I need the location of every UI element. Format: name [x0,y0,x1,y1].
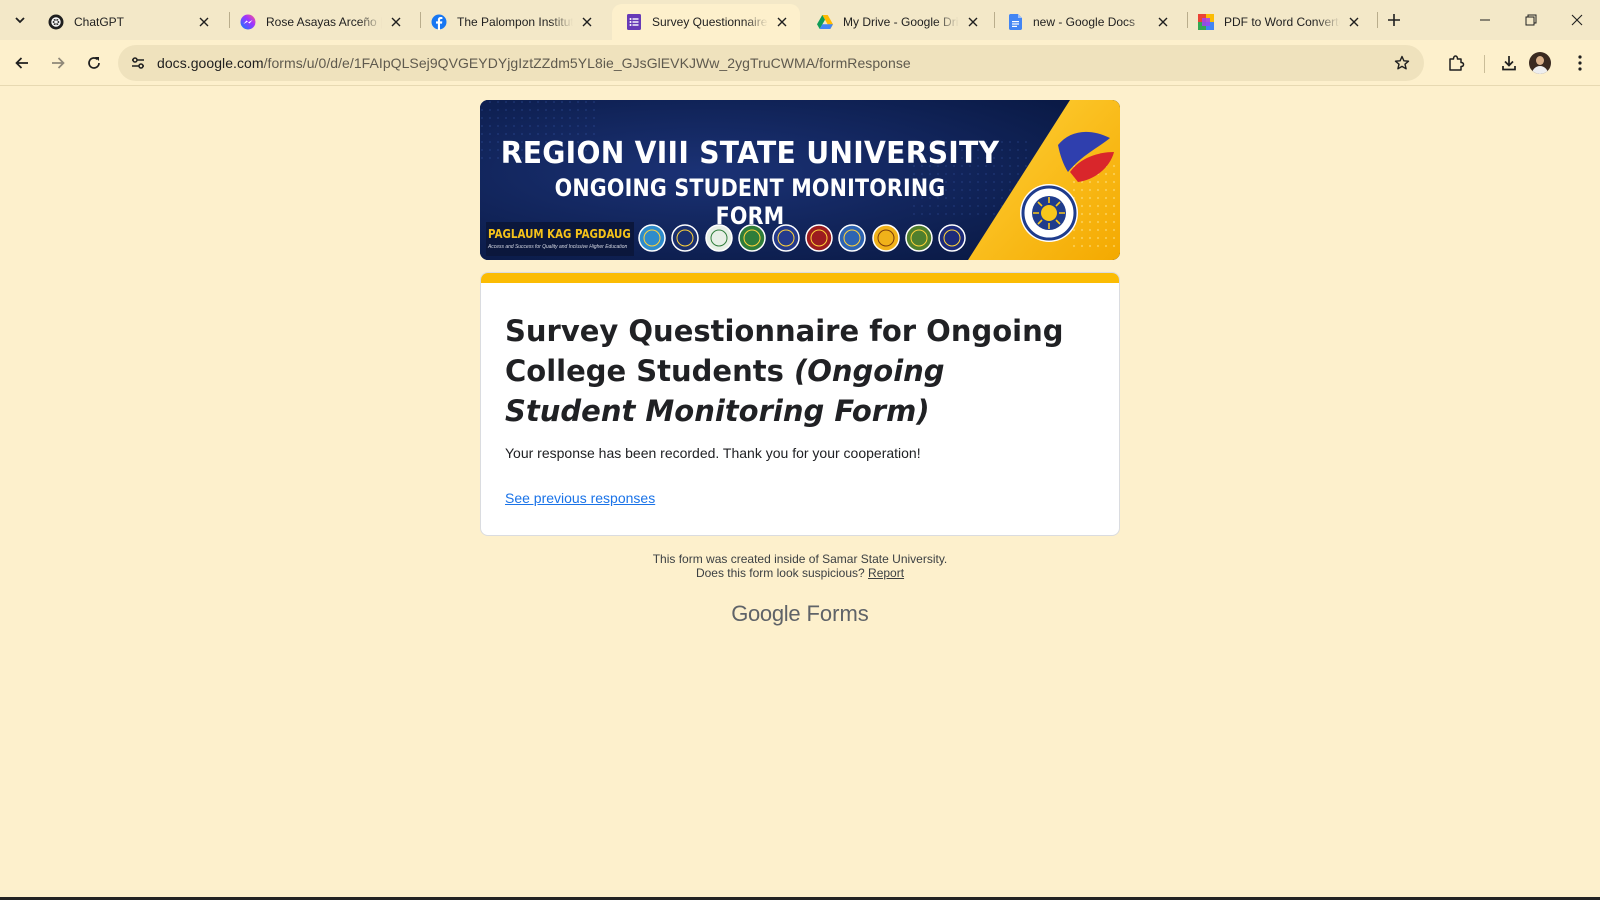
plus-icon [1388,14,1400,26]
form-header-banner: REGION VIII STATE UNIVERSITY ONGOING STU… [480,100,1120,260]
close-tab-icon[interactable] [1346,14,1362,30]
minimize-icon [1480,19,1490,21]
card-accent-bar [481,273,1119,283]
form-title: Survey Questionnaire for Ongoing College… [505,311,1065,431]
google-docs-icon [1007,14,1023,30]
bookmark-button[interactable] [1390,51,1414,75]
arrow-left-icon [15,57,28,69]
see-previous-responses-link[interactable]: See previous responses [505,490,655,506]
pdf-converter-icon [1198,14,1214,30]
star-icon [1394,55,1410,70]
puzzle-icon [1449,55,1465,71]
toolbar-divider [1484,55,1485,73]
form-title-main: Survey Questionnaire for Ongoing College… [505,314,1064,388]
suspicious-line: Does this form look suspicious? Report [480,566,1120,580]
tab-pdf-converter[interactable]: PDF to Word Converter [1184,4,1372,40]
tab-title: Survey Questionnaire f [652,15,768,29]
forms-wordmark: Forms [806,601,869,626]
tab-messenger[interactable]: Rose Asayas Arceño | M [226,4,414,40]
site-info-button[interactable] [126,51,150,75]
google-forms-icon [626,14,642,30]
tab-title: My Drive - Google Drive [843,15,959,29]
close-tab-icon[interactable] [1155,14,1171,30]
url-host: docs.google.com [157,55,264,71]
extensions-button[interactable] [1442,49,1470,77]
minimize-button[interactable] [1462,0,1508,40]
close-tab-icon[interactable] [388,14,404,30]
forward-button[interactable] [42,47,74,79]
banner-title-line1: REGION VIII STATE UNIVERSITY [500,136,1000,171]
tab-google-forms-active[interactable]: Survey Questionnaire f [612,4,800,40]
back-button[interactable] [6,47,38,79]
close-icon [1571,14,1583,26]
google-drive-icon [817,14,833,30]
new-tab-button[interactable] [1382,8,1406,32]
restore-button[interactable] [1508,0,1554,40]
downloads-button[interactable] [1495,49,1523,77]
restore-icon [1525,14,1537,26]
suspicious-text: Does this form look suspicious? [695,566,865,580]
reload-button[interactable] [78,47,110,79]
close-tab-icon[interactable] [965,14,981,30]
address-bar[interactable]: docs.google.com/forms/u/0/d/e/1FAIpQLSej… [118,45,1424,81]
close-window-button[interactable] [1554,0,1600,40]
avatar-body [1532,66,1548,74]
url-text[interactable]: docs.google.com/forms/u/0/d/e/1FAIpQLSej… [157,55,911,71]
chatgpt-icon [48,14,64,30]
banner-motto: PAGLAUM KAG PAGDAUG [488,226,631,241]
report-link[interactable]: Report [868,566,904,580]
banner-motto-box: PAGLAUM KAG PAGDAUG Access and Success f… [488,224,632,254]
tab-separator [1377,12,1378,28]
chevron-down-icon [15,17,25,24]
tab-strip: ChatGPT Rose Asayas Arceño | M The Palom… [0,0,1600,40]
close-tab-icon[interactable] [579,14,595,30]
confirmation-message: Your response has been recorded. Thank y… [505,445,921,461]
close-tab-icon[interactable] [196,14,212,30]
form-footer-note: This form was created inside of Samar St… [480,552,1120,580]
tab-title: new - Google Docs [1033,15,1136,29]
tab-google-docs[interactable]: new - Google Docs [993,4,1181,40]
reload-icon [88,57,100,69]
more-vertical-icon [1578,55,1582,71]
tab-title: Rose Asayas Arceño | M [266,15,382,29]
google-forms-logo[interactable]: Google Forms [480,601,1120,627]
url-path: /forms/u/0/d/e/1FAIpQLSej9QVGEYDYjgIztZZ… [263,55,911,71]
avatar-head [1536,56,1544,65]
profile-avatar[interactable] [1529,52,1551,74]
created-inside-text: This form was created inside of Samar St… [652,552,948,566]
browser-toolbar: docs.google.com/forms/u/0/d/e/1FAIpQLSej… [0,40,1600,86]
tab-title: The Palompon Institute [457,15,573,29]
tune-icon [132,57,144,69]
tab-title: ChatGPT [74,15,125,29]
tab-chatgpt[interactable]: ChatGPT [34,4,222,40]
download-icon [1502,56,1516,71]
arrow-right-icon [52,57,65,69]
facebook-icon [431,14,447,30]
browser-menu-button[interactable] [1566,49,1594,77]
tab-google-drive[interactable]: My Drive - Google Drive [803,4,991,40]
banner-motto-subtitle: Access and Success for Quality and Inclu… [488,244,628,250]
messenger-icon [240,14,256,30]
tab-title: PDF to Word Converter [1224,15,1340,29]
tab-facebook[interactable]: The Palompon Institute [417,4,605,40]
banner-title-line2: ONGOING STUDENT MONITORING FORM [554,174,946,230]
close-tab-icon[interactable] [774,14,790,30]
response-confirmation-card: Survey Questionnaire for Ongoing College… [480,272,1120,536]
google-wordmark: Google [731,601,801,626]
tab-search-button[interactable] [7,7,33,33]
